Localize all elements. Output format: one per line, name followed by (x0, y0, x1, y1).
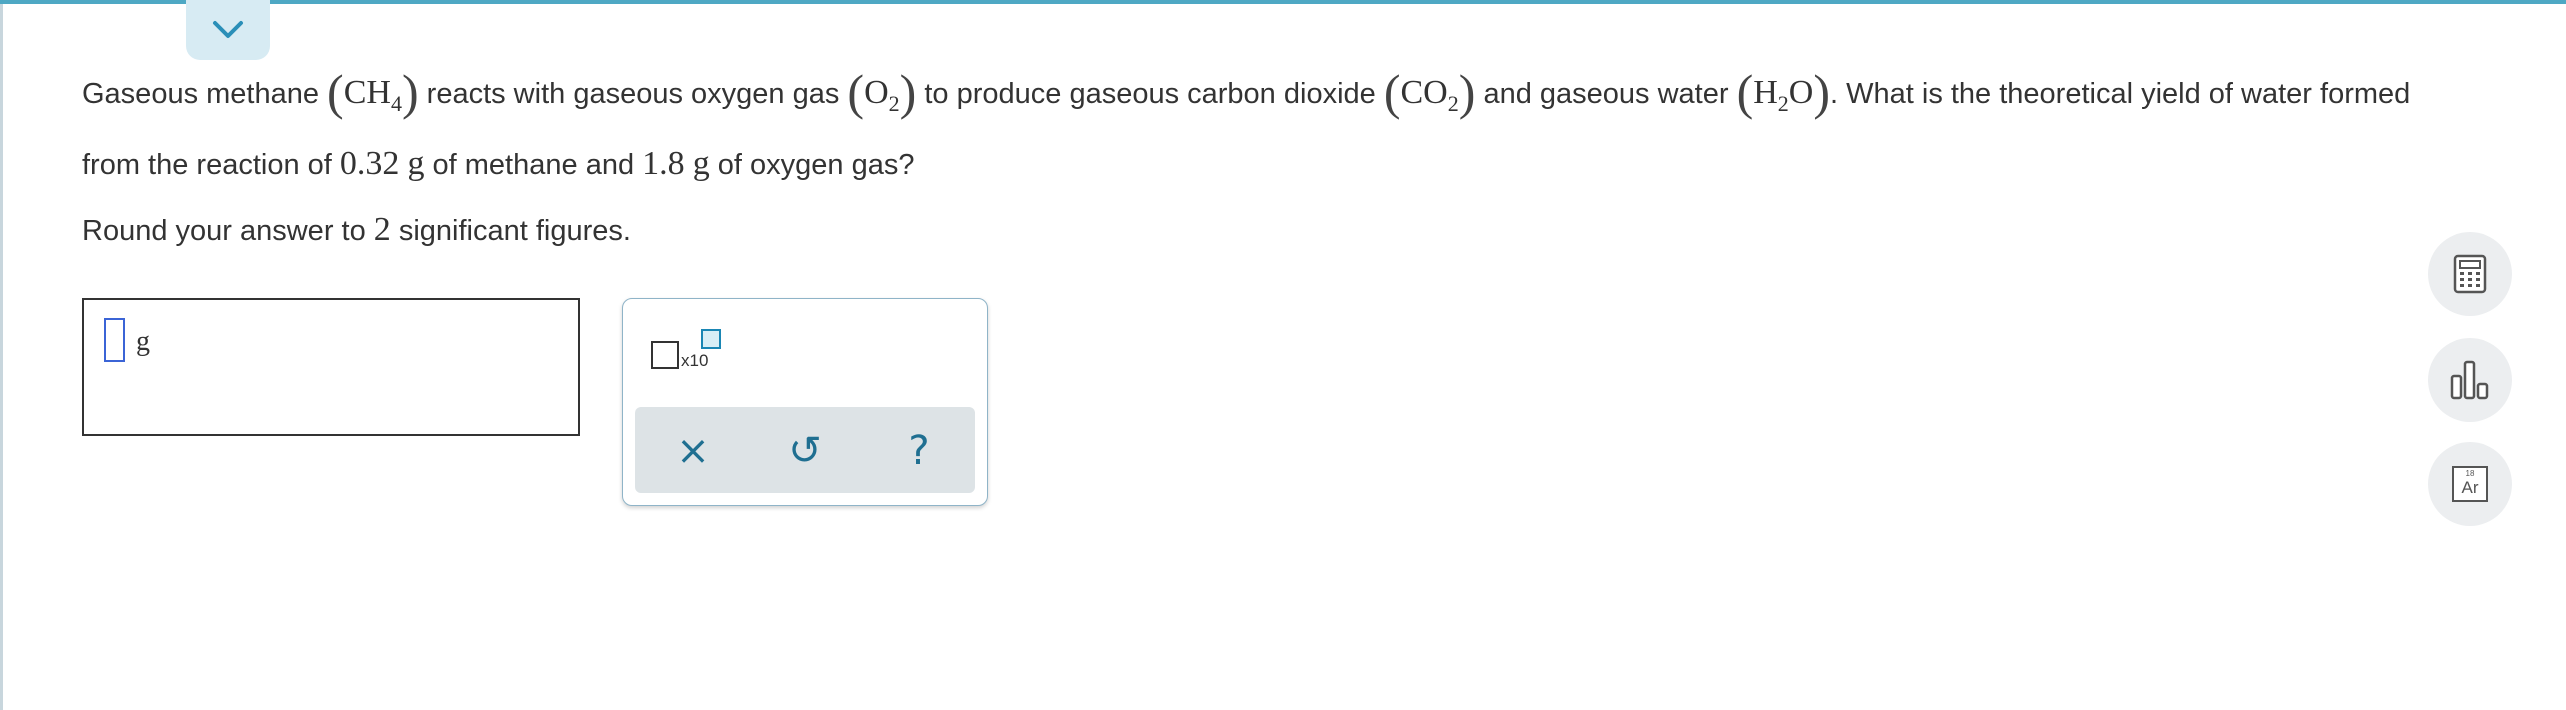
methane-mass: 0.32 (339, 145, 400, 182)
water-formula: H2O (1753, 74, 1814, 116)
scientific-notation-button[interactable]: x10 (651, 329, 731, 379)
question-text: Gaseous methane (CH4) reacts with gaseou… (82, 64, 2411, 182)
math-palette: x10 × ↺ ? (622, 298, 988, 506)
undo-button[interactable]: ↺ (777, 423, 833, 479)
oxygen-mass: 1.8 (642, 145, 685, 182)
left-edge (0, 4, 3, 710)
periodic-table-icon: 18 Ar (2452, 466, 2488, 502)
collapse-toggle[interactable] (186, 0, 270, 60)
clear-icon: × (676, 428, 710, 474)
help-icon: ? (908, 428, 930, 474)
answer-slot[interactable] (104, 318, 125, 362)
oxygen-formula: O2 (864, 74, 900, 116)
calculator-button[interactable] (2428, 232, 2512, 316)
answer-input[interactable]: g (82, 298, 580, 436)
exponent-box-icon (701, 329, 721, 349)
instruction-text: Round your answer to 2 significant figur… (82, 211, 631, 248)
action-bar: × ↺ ? (635, 407, 975, 493)
base-box-icon (651, 341, 679, 369)
bar-chart-icon (2450, 360, 2489, 400)
undo-icon: ↺ (788, 428, 822, 474)
help-button[interactable]: ? (891, 423, 947, 479)
calculator-icon (2453, 254, 2487, 294)
methane-formula: CH4 (343, 74, 402, 116)
co2-formula: CO2 (1400, 74, 1459, 116)
data-chart-button[interactable] (2428, 338, 2512, 422)
periodic-table-button[interactable]: 18 Ar (2428, 442, 2512, 526)
answer-unit: g (136, 326, 150, 357)
clear-button[interactable]: × (665, 423, 721, 479)
chevron-down-icon (213, 21, 243, 38)
top-accent-bar (0, 0, 2566, 4)
